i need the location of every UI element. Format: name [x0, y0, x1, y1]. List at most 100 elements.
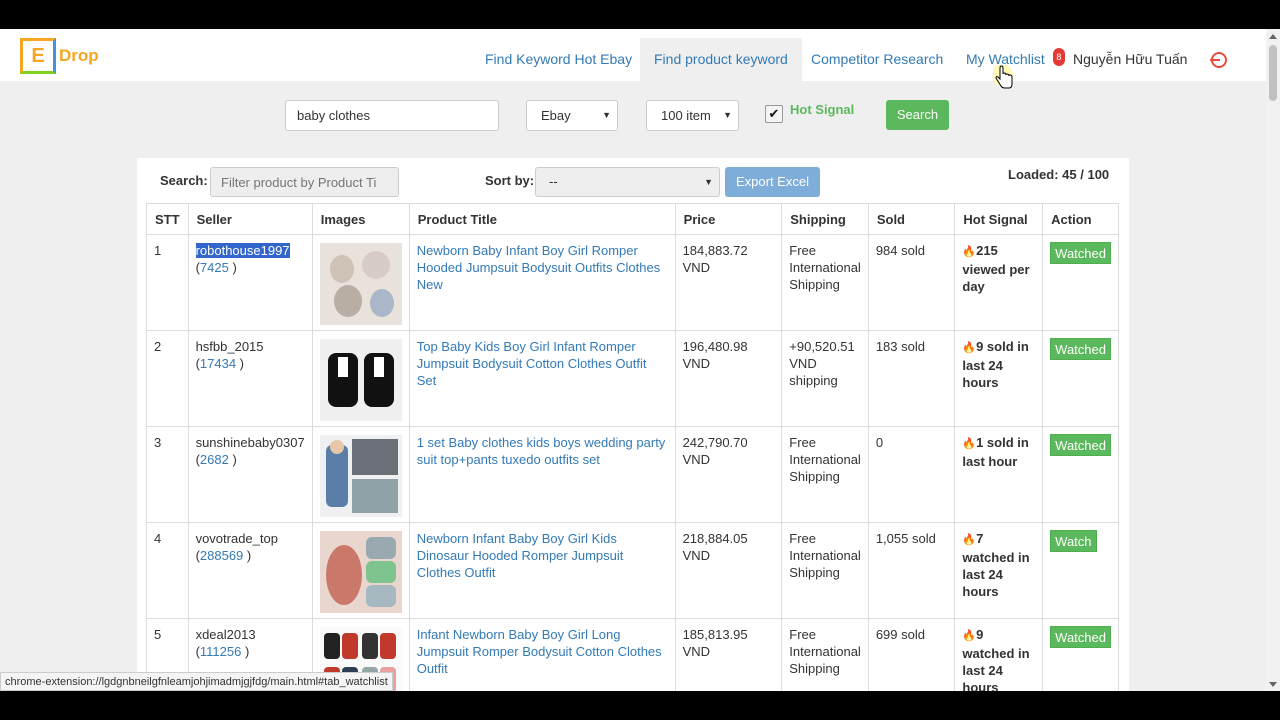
- product-title-link[interactable]: Newborn Infant Baby Boy Girl Kids Dinosa…: [417, 531, 624, 580]
- col-header-shipping[interactable]: Shipping: [781, 203, 869, 235]
- export-excel-button[interactable]: Export Excel: [725, 167, 820, 197]
- scroll-up-icon[interactable]: [1269, 34, 1277, 39]
- product-thumbnail[interactable]: [319, 531, 402, 613]
- keyword-input[interactable]: [285, 100, 499, 131]
- loaded-count: Loaded: 45 / 100: [1008, 167, 1110, 182]
- logo-text: Drop: [59, 46, 99, 65]
- cell-price: 242,790.70 VND: [674, 426, 783, 523]
- cell-seller: vovotrade_top (288569 ): [187, 522, 313, 619]
- nav-find-product-keyword[interactable]: Find product keyword: [640, 38, 802, 81]
- nav-competitor-research[interactable]: Competitor Research: [797, 38, 957, 81]
- app-screen: E Drop Find Keyword Hot Ebay Find produc…: [0, 29, 1280, 691]
- cell-image: [311, 426, 410, 523]
- table-row: 2 hsfbb_2015 (17434 ) Top Baby Kids Boy G…: [146, 330, 1119, 427]
- cell-shipping: Free International Shipping: [781, 426, 869, 523]
- watch-button[interactable]: Watched: [1050, 626, 1111, 648]
- user-name[interactable]: Nguyễn Hữu Tuấn: [1073, 38, 1187, 81]
- item-count-value: 100 item: [661, 108, 711, 123]
- cell-title: 1 set Baby clothes kids boys wedding par…: [408, 426, 676, 523]
- cell-title: Infant Newborn Baby Boy Girl Long Jumpsu…: [408, 618, 676, 691]
- seller-feedback-link[interactable]: 288569: [200, 548, 243, 563]
- search-button[interactable]: Search: [886, 100, 949, 130]
- scrollbar-thumb[interactable]: [1269, 45, 1277, 101]
- cell-price: 184,883.72 VND: [674, 234, 783, 331]
- cell-stt: 1: [146, 234, 189, 331]
- col-header-images[interactable]: Images: [311, 203, 410, 235]
- seller-feedback-link[interactable]: 17434: [200, 356, 236, 371]
- product-title-link[interactable]: Top Baby Kids Boy Girl Infant Romper Jum…: [417, 339, 647, 388]
- browser-status-url: chrome-extension://lgdgnbneilgfnleamjohj…: [0, 672, 393, 691]
- col-header-action[interactable]: Action: [1042, 203, 1119, 235]
- cell-title: Newborn Infant Baby Boy Girl Kids Dinosa…: [408, 522, 676, 619]
- cell-image: [311, 234, 410, 331]
- cell-stt: 3: [146, 426, 189, 523]
- cell-shipping: Free International Shipping: [781, 618, 869, 691]
- nav-find-keyword-hot-ebay[interactable]: Find Keyword Hot Ebay: [471, 38, 646, 81]
- col-header-sold[interactable]: Sold: [867, 203, 956, 235]
- scroll-down-icon[interactable]: [1269, 682, 1277, 687]
- flame-icon: 🔥: [962, 630, 977, 642]
- seller-name: vovotrade_top: [195, 531, 278, 546]
- product-title-link[interactable]: Infant Newborn Baby Boy Girl Long Jumpsu…: [417, 627, 662, 676]
- watchlist-count-badge: 8: [1052, 48, 1065, 66]
- table-header-row: STT Seller Images Product Title Price Sh…: [146, 203, 1119, 235]
- col-header-hot-signal[interactable]: Hot Signal: [954, 203, 1044, 235]
- top-navbar: E Drop Find Keyword Hot Ebay Find produc…: [0, 29, 1266, 81]
- cell-price: 196,480.98 VND: [674, 330, 783, 427]
- col-header-stt[interactable]: STT: [146, 203, 189, 235]
- seller-name: hsfbb_2015: [195, 339, 264, 354]
- sort-value: --: [549, 174, 558, 189]
- cell-action: Watched: [1042, 426, 1119, 523]
- watch-button[interactable]: Watched: [1050, 434, 1111, 456]
- cell-sold: 0: [867, 426, 956, 523]
- seller-feedback-link[interactable]: 111256: [200, 644, 241, 659]
- cell-sold: 1,055 sold: [867, 522, 956, 619]
- seller-feedback-link[interactable]: 7425: [200, 260, 229, 275]
- watch-button[interactable]: Watched: [1050, 242, 1111, 264]
- product-thumbnail[interactable]: [319, 339, 402, 421]
- chevron-down-icon: ▼: [704, 177, 713, 187]
- item-count-select[interactable]: 100 item ▼: [646, 100, 739, 131]
- cell-seller: hsfbb_2015 (17434 ): [187, 330, 313, 427]
- cell-action: Watch: [1042, 522, 1119, 619]
- product-thumbnail[interactable]: [319, 243, 402, 325]
- hot-signal-label[interactable]: Hot Signal: [790, 102, 854, 117]
- flame-icon: 🔥: [962, 246, 977, 258]
- product-title-link[interactable]: Newborn Baby Infant Boy Girl Romper Hood…: [417, 243, 661, 292]
- results-panel: Search: Sort by: -- ▼ Export Excel Loade…: [137, 158, 1129, 691]
- watch-button[interactable]: Watched: [1050, 338, 1111, 360]
- watch-button[interactable]: Watch: [1050, 530, 1097, 552]
- results-table: STT Seller Images Product Title Price Sh…: [146, 203, 1119, 691]
- logout-icon[interactable]: [1210, 52, 1227, 68]
- chevron-down-icon: ▼: [602, 110, 611, 120]
- cell-hot-signal: 🔥1 sold in last hour: [954, 426, 1044, 523]
- col-header-price[interactable]: Price: [674, 203, 783, 235]
- filter-input[interactable]: [210, 167, 399, 197]
- table-row: 4 vovotrade_top (288569 ) Newborn Infant …: [146, 522, 1119, 619]
- col-header-product-title[interactable]: Product Title: [408, 203, 676, 235]
- cell-title: Newborn Baby Infant Boy Girl Romper Hood…: [408, 234, 676, 331]
- marketplace-select[interactable]: Ebay ▼: [526, 100, 618, 131]
- flame-icon: 🔥: [962, 438, 977, 450]
- cell-hot-signal: 🔥215 viewed per day: [954, 234, 1044, 331]
- seller-feedback-link[interactable]: 2682: [200, 452, 229, 467]
- logo[interactable]: E Drop: [20, 38, 99, 74]
- sort-select[interactable]: -- ▼: [535, 167, 720, 197]
- cell-seller: robothouse1997 (7425 ): [187, 234, 313, 331]
- cell-sold: 183 sold: [867, 330, 956, 427]
- cell-image: [311, 330, 410, 427]
- product-title-link[interactable]: 1 set Baby clothes kids boys wedding par…: [417, 435, 666, 467]
- cell-title: Top Baby Kids Boy Girl Infant Romper Jum…: [408, 330, 676, 427]
- seller-name: robothouse1997: [195, 243, 290, 258]
- product-thumbnail[interactable]: [319, 435, 402, 517]
- cell-image: [311, 522, 410, 619]
- cell-shipping: Free International Shipping: [781, 522, 869, 619]
- table-row: 1 robothouse1997 (7425 ) Newborn Baby Inf…: [146, 234, 1119, 331]
- filter-label: Search:: [160, 173, 208, 188]
- sort-label: Sort by:: [485, 173, 535, 188]
- cell-hot-signal: 🔥7 watched in last 24 hours: [954, 522, 1044, 619]
- col-header-seller[interactable]: Seller: [187, 203, 313, 235]
- page-scrollbar[interactable]: [1266, 29, 1280, 691]
- hot-signal-checkbox[interactable]: ✔: [765, 105, 783, 123]
- cell-action: Watched: [1042, 234, 1119, 331]
